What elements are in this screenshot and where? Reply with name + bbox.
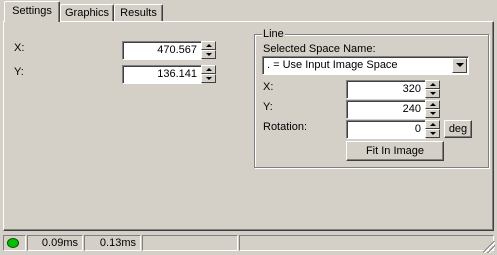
line-x-label: X: — [263, 81, 274, 93]
tab-graphics-label: Graphics — [64, 7, 110, 19]
x-label: X: — [14, 42, 25, 54]
tool-window: Settings Graphics Results X: 470.567 Y: … — [0, 0, 497, 255]
green-led-icon — [7, 238, 19, 248]
line-group-title: Line — [262, 28, 285, 41]
line-y-spin-down-icon[interactable] — [425, 109, 440, 118]
x-input[interactable]: 470.567 — [122, 41, 202, 60]
status-cell-3 — [142, 235, 238, 251]
line-x-input[interactable]: 320 — [346, 80, 426, 99]
resize-grip-icon[interactable] — [483, 241, 495, 253]
x-spin-down-icon[interactable] — [201, 50, 216, 59]
y-spin-up-icon[interactable] — [201, 65, 216, 74]
rotation-spin-up-icon[interactable] — [425, 120, 440, 129]
y-label: Y: — [14, 66, 24, 78]
status-time-2: 0.13ms — [84, 235, 141, 251]
fit-in-image-button[interactable]: Fit In Image — [346, 141, 444, 161]
selected-space-dropdown[interactable]: . = Use Input Image Space — [262, 56, 469, 75]
rotation-spinner[interactable] — [425, 120, 440, 138]
line-y-input[interactable]: 240 — [346, 100, 426, 119]
selected-space-label: Selected Space Name: — [263, 43, 376, 55]
x-spin-up-icon[interactable] — [201, 41, 216, 50]
chevron-down-icon[interactable] — [452, 58, 467, 73]
tab-results-label: Results — [120, 7, 157, 19]
line-y-label: Y: — [263, 101, 273, 113]
rotation-label: Rotation: — [263, 121, 308, 133]
line-y-spinner[interactable] — [425, 100, 440, 118]
settings-panel: X: 470.567 Y: 136.141 Line Selected Spac… — [3, 21, 494, 231]
rotation-input[interactable]: 0 — [346, 120, 426, 139]
tab-settings[interactable]: Settings — [4, 1, 60, 22]
y-input[interactable]: 136.141 — [122, 65, 202, 84]
status-time-1: 0.09ms — [27, 235, 83, 251]
rotation-spin-down-icon[interactable] — [425, 129, 440, 138]
y-spin-down-icon[interactable] — [201, 74, 216, 83]
tab-results[interactable]: Results — [114, 4, 163, 22]
line-x-spinner[interactable] — [425, 80, 440, 98]
status-cell-4 — [239, 235, 494, 251]
y-spinner[interactable] — [201, 65, 216, 83]
tab-settings-label: Settings — [12, 5, 52, 17]
tab-graphics[interactable]: Graphics — [60, 4, 114, 22]
line-group: Line Selected Space Name: . = Use Input … — [254, 28, 489, 168]
deg-button[interactable]: deg — [444, 120, 472, 138]
x-spinner[interactable] — [201, 41, 216, 59]
line-y-spin-up-icon[interactable] — [425, 100, 440, 109]
line-x-spin-down-icon[interactable] — [425, 89, 440, 98]
selected-space-value: . = Use Input Image Space — [267, 59, 398, 71]
line-x-spin-up-icon[interactable] — [425, 80, 440, 89]
